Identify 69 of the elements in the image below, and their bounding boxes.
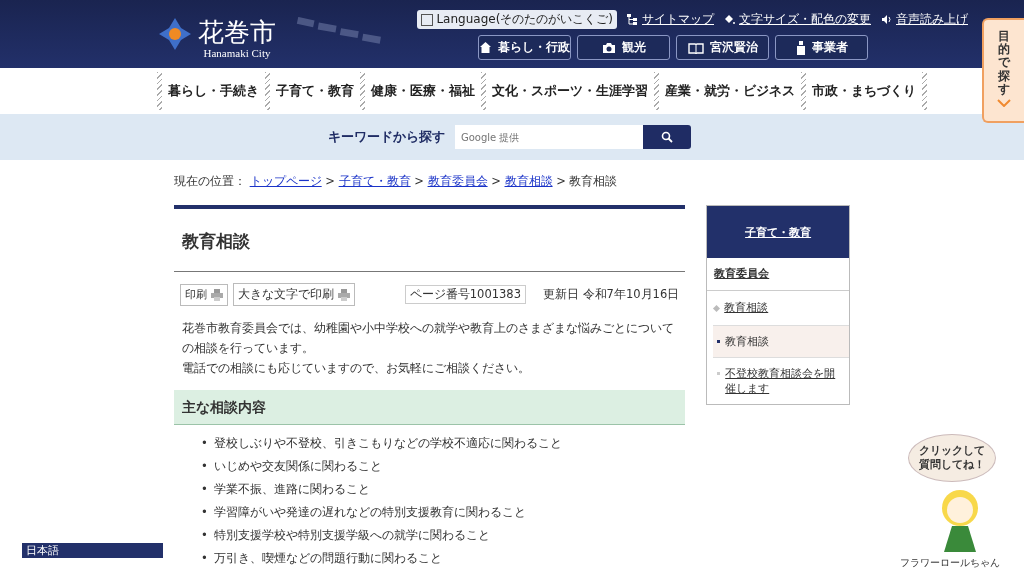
- breadcrumb-separator: >: [325, 174, 335, 188]
- print-button[interactable]: 大きな文字で印刷: [233, 283, 355, 307]
- speaker-icon: [881, 14, 892, 25]
- consultation-item: 登校しぶりや不登校、引きこもりなどの学校不適応に関わること: [213, 435, 562, 452]
- consultation-item: 万引き、喫煙などの問題行動に関わること: [213, 550, 442, 567]
- language-selector[interactable]: 日本語: [26, 544, 59, 556]
- search-button[interactable]: [643, 125, 691, 149]
- search-label: キーワードから探す: [328, 128, 445, 146]
- breadcrumb-link[interactable]: トップページ: [249, 174, 322, 188]
- chat-caption: フラワーロールちゃん: [900, 556, 1000, 570]
- section-heading: 主な相談内容: [174, 390, 686, 426]
- search-field[interactable]: Google 提供: [455, 125, 643, 149]
- breadcrumb-separator: >: [414, 174, 424, 188]
- chevron-down-icon: [997, 98, 1011, 107]
- page-title: 教育相談: [174, 205, 686, 273]
- list-bullet: •: [201, 550, 208, 567]
- breadcrumb-link[interactable]: 子育て・教育: [338, 174, 411, 188]
- house-icon: [479, 41, 492, 54]
- print-button[interactable]: 印刷: [180, 283, 228, 306]
- printer-icon: [211, 288, 223, 301]
- chat-speech-bubble[interactable]: クリックして質問してね！: [908, 434, 996, 482]
- side-menu-heading-link[interactable]: 子育て・教育: [745, 224, 812, 240]
- audience-button[interactable]: 暮らし・行政: [478, 35, 571, 60]
- list-bullet: •: [201, 527, 208, 544]
- site-logo-subtitle: Hanamaki City: [202, 47, 272, 59]
- intro-paragraph: 電話での相談にも応じていますので、お気軽にご相談ください。: [182, 360, 531, 378]
- page-number: ページ番号1001383: [404, 285, 526, 305]
- search-icon: [661, 131, 673, 143]
- updated-date: 更新日 令和7年10月16日: [542, 287, 680, 303]
- global-nav-link[interactable]: 文化・スポーツ・生涯学習: [486, 82, 654, 100]
- sitemap-icon: [627, 14, 638, 25]
- list-bullet: •: [201, 435, 208, 452]
- book-icon: [687, 41, 704, 54]
- breadcrumb-current: 教育相談: [569, 174, 618, 188]
- utility-link[interactable]: 文字サイズ・配色の変更: [724, 11, 871, 28]
- side-menu-item[interactable]: 教育相談: [713, 325, 849, 357]
- global-nav-link[interactable]: 暮らし・手続き: [162, 82, 265, 100]
- global-nav-link[interactable]: 子育て・教育: [270, 82, 360, 100]
- breadcrumb-link[interactable]: 教育委員会: [427, 174, 488, 188]
- city-logo-icon: [158, 17, 192, 51]
- utility-link[interactable]: 音声読み上げ: [881, 11, 968, 28]
- global-nav-link[interactable]: 市政・まちづくり: [806, 82, 922, 100]
- audience-button[interactable]: 宮沢賢治: [676, 35, 769, 60]
- breadcrumb-separator: >: [491, 174, 501, 188]
- side-menu-link[interactable]: 教育委員会: [714, 267, 770, 279]
- translate-icon: [421, 13, 434, 26]
- list-bullet: •: [201, 458, 208, 475]
- consultation-item: いじめや交友関係に関わること: [213, 458, 382, 475]
- diamond-bullet-icon: [713, 304, 721, 312]
- breadcrumb-separator: >: [556, 174, 566, 188]
- list-bullet: •: [201, 481, 208, 498]
- list-bullet: •: [201, 504, 208, 521]
- camera-icon: [601, 41, 616, 54]
- utility-link[interactable]: サイトマップ: [627, 11, 714, 28]
- audience-button[interactable]: 事業者: [775, 35, 868, 60]
- consultation-item: 学習障がいや発達の遅れなどの特別支援教育に関わること: [213, 504, 526, 521]
- printer-icon: [338, 288, 350, 301]
- consultation-item: 学業不振、進路に関わること: [213, 481, 370, 498]
- intro-paragraph: 花巻市教育委員会では、幼稚園や小中学校への就学や教育上のさまざまな悩みごとについての相談を行っています。: [182, 320, 675, 358]
- breadcrumb-link[interactable]: 教育相談: [504, 174, 553, 188]
- global-nav-link[interactable]: 健康・医療・福祉: [365, 82, 481, 100]
- consultation-item: 特別支援学校や特別支援学級への就学に関わること: [213, 527, 490, 544]
- site-logo-title[interactable]: 花巻市: [198, 19, 276, 45]
- side-menu-link[interactable]: 不登校教育相談会を開催します: [725, 366, 845, 396]
- audience-button[interactable]: 観光: [577, 35, 670, 60]
- side-menu-link[interactable]: 教育相談: [724, 301, 769, 315]
- global-nav-link[interactable]: 産業・就労・ビジネス: [659, 82, 801, 100]
- breadcrumb-label: 現在の位置：: [174, 174, 246, 188]
- language-button[interactable]: Language(そのたのがいこくご): [417, 10, 617, 29]
